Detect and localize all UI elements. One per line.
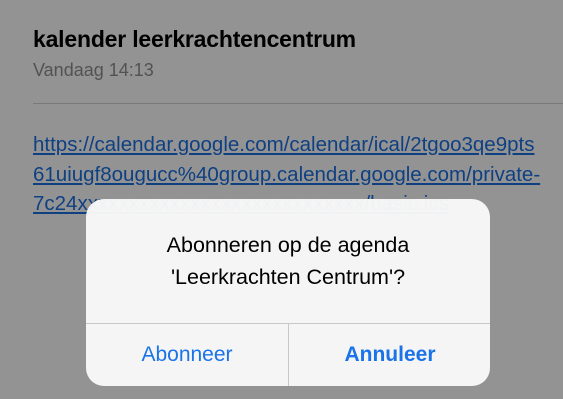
subscribe-button[interactable]: Abonneer [86, 324, 288, 386]
alert-title: Abonneren op de agenda 'Leerkrachten Cen… [86, 229, 490, 293]
alert-title-line2: 'Leerkrachten Centrum'? [170, 265, 406, 289]
cancel-button[interactable]: Annuleer [289, 324, 490, 386]
subscribe-alert: Abonneren op de agenda 'Leerkrachten Cen… [86, 199, 490, 386]
alert-title-line1: Abonneren op de agenda [166, 233, 410, 257]
mail-screen: kalender leerkrachtencentrum Vandaag 14:… [0, 0, 563, 399]
